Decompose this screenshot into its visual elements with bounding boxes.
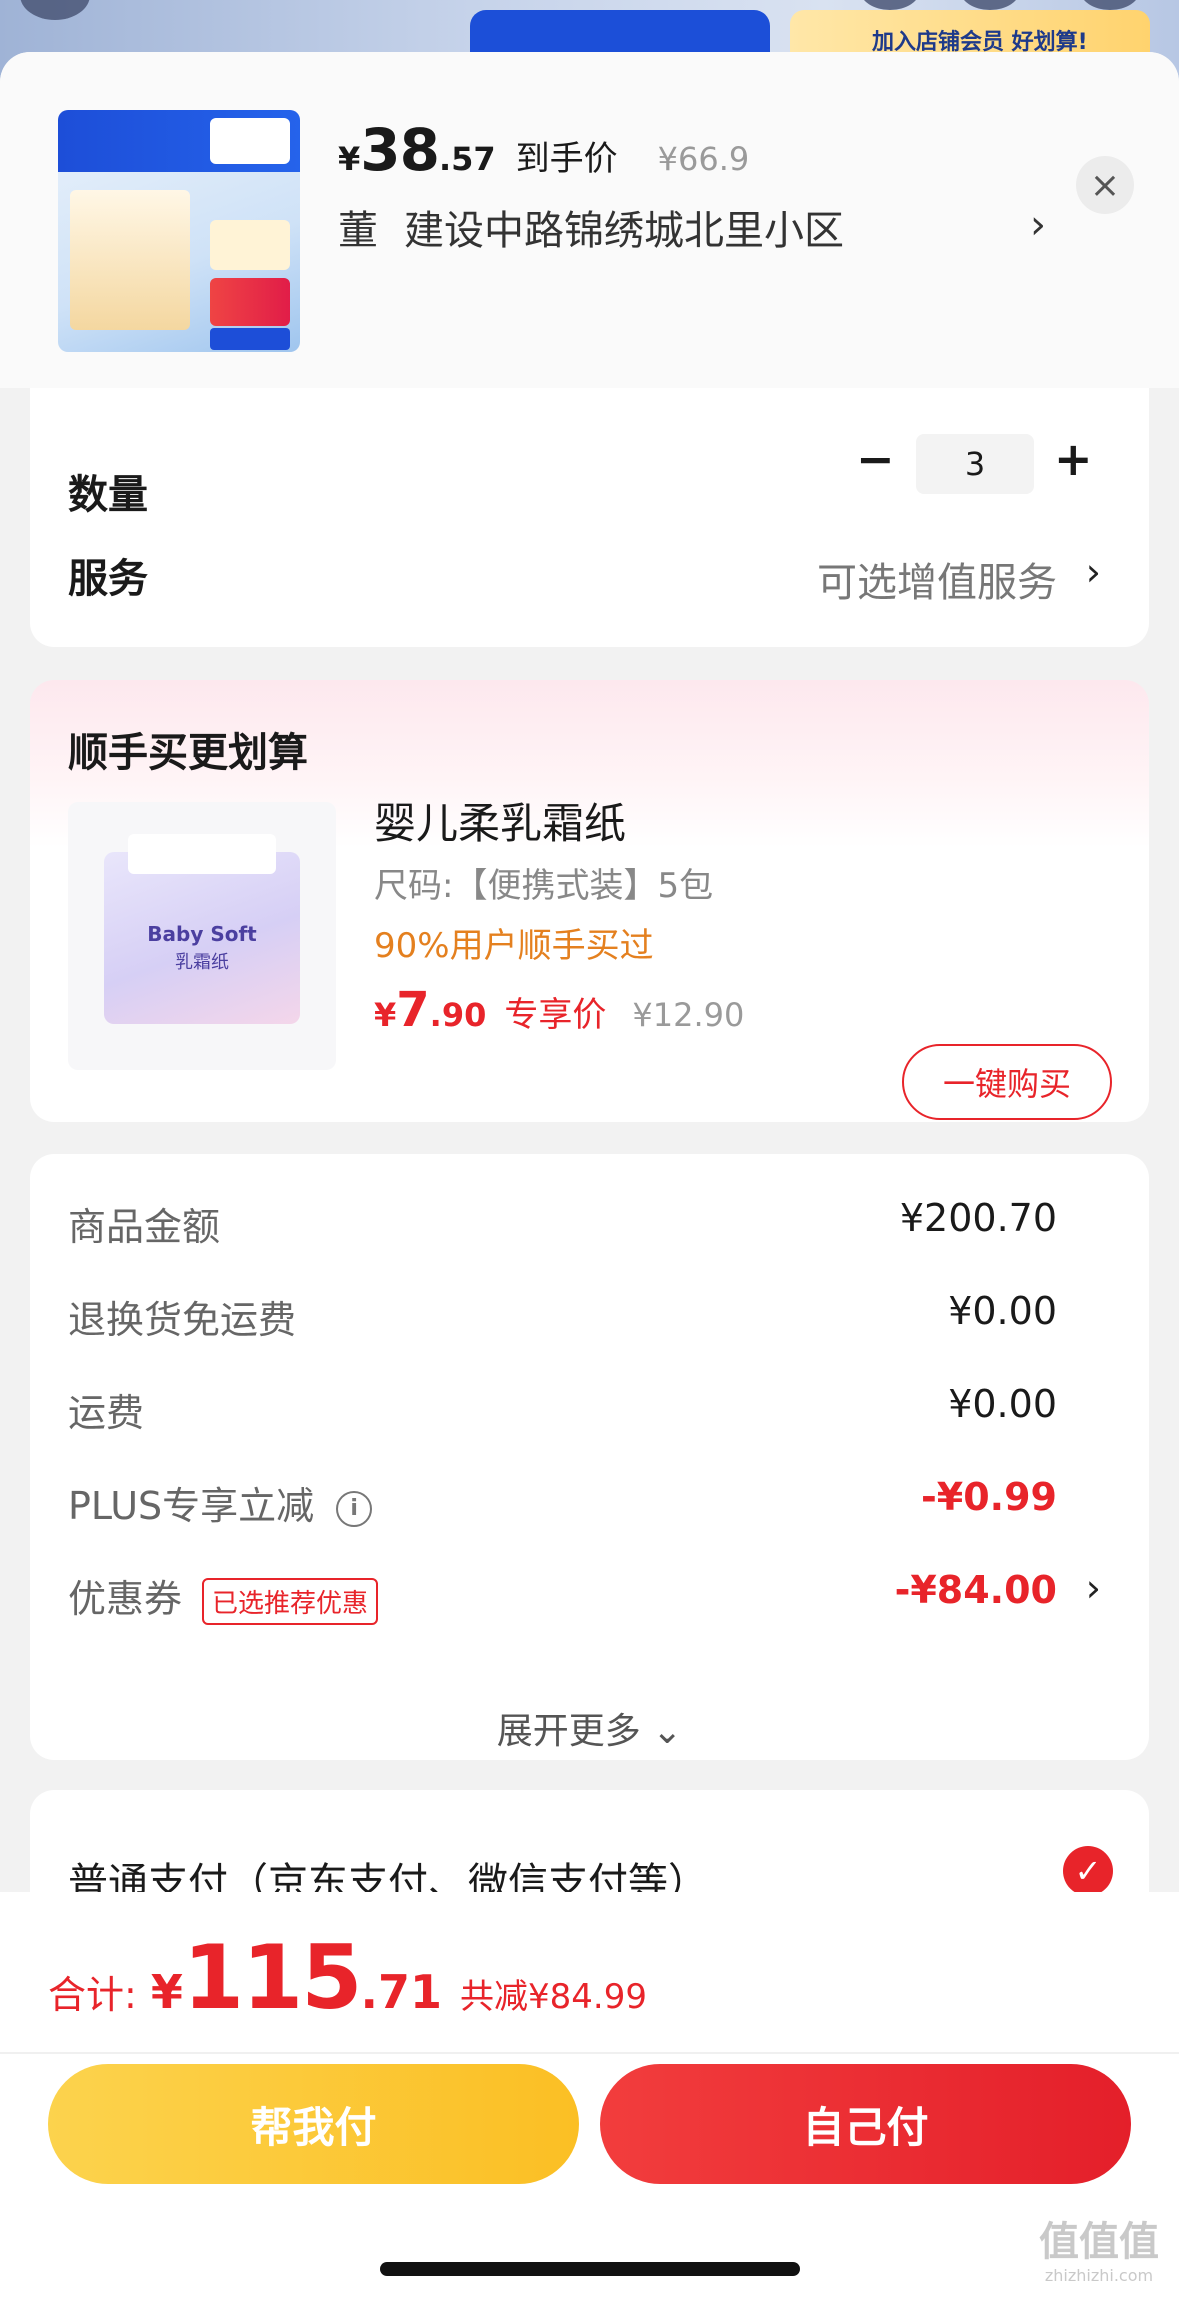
watermark-logo: 值值值 (1039, 2219, 1159, 2265)
backdrop-icon (1080, 0, 1140, 10)
exclusive-price-label: 专享价 (504, 995, 607, 1035)
quantity-stepper-value[interactable]: 3 (916, 434, 1034, 494)
expand-more-button[interactable]: 展开更多 ⌄ (30, 1702, 1149, 1754)
home-indicator[interactable] (380, 2262, 800, 2276)
backdrop-icon (860, 0, 920, 10)
coupon-row[interactable]: 优惠券 已选推荐优惠 (68, 1568, 379, 1625)
backdrop-icon (960, 0, 1020, 10)
pay-myself-button[interactable]: 自己付 (600, 2064, 1131, 2184)
fee-label: 商品金额 (68, 1205, 221, 1249)
delivery-address[interactable]: 董 建设中路锦绣城北里小区 (338, 192, 1058, 262)
addon-price: ¥ 7 .90 专享价 ¥12.90 (374, 982, 744, 1038)
currency-symbol: ¥ (150, 1965, 183, 2019)
address-text: 建设中路锦绣城北里小区 (404, 208, 844, 254)
quantity-label: 数量 (68, 472, 148, 518)
fee-value: ¥0.00 (948, 1289, 1057, 1333)
sheet-header: ¥ 38 .57 到手价 ¥66.9 × 董 建设中路锦绣城北里小区 › (0, 52, 1179, 388)
help-me-pay-button[interactable]: 帮我付 (48, 2064, 579, 2184)
addon-card: 顺手买更划算 Baby Soft 乳霜纸 婴儿柔乳霜纸 尺码:【便携式装】5包 … (30, 680, 1149, 1122)
quantity-plus-button[interactable]: + (1054, 432, 1093, 486)
addon-product-spec: 尺码:【便携式装】5包 (374, 866, 714, 906)
info-icon[interactable]: i (336, 1490, 373, 1527)
final-price: ¥ 38 .57 到手价 ¥66.9 (338, 116, 749, 186)
price-label: 到手价 (515, 139, 618, 179)
image-brand-text: Baby Soft (147, 922, 257, 946)
check-icon[interactable]: ✓ (1063, 1846, 1113, 1896)
original-price: ¥12.90 (632, 996, 745, 1034)
close-icon[interactable]: × (1076, 156, 1134, 214)
chevron-right-icon[interactable]: › (1086, 1566, 1101, 1610)
currency-symbol: ¥ (374, 996, 397, 1034)
recipient-name: 董 (338, 208, 378, 254)
addon-product-name[interactable]: 婴儿柔乳霜纸 (374, 790, 626, 851)
bottom-action-bar: 合计: ¥ 115 .71 共减¥84.99 帮我付 自己付 值值值 zhizh… (0, 1892, 1179, 2302)
plus-discount-row: PLUS专享立减 i (68, 1475, 373, 1530)
addon-popularity: 90%用户顺手买过 (374, 926, 654, 966)
addon-title: 顺手买更划算 (68, 730, 308, 776)
original-price: ¥66.9 (657, 140, 750, 178)
fee-value: ¥0.00 (948, 1382, 1057, 1426)
one-click-buy-button[interactable]: 一键购买 (902, 1044, 1112, 1120)
fee-value: ¥200.70 (899, 1196, 1057, 1240)
price-decimal: .90 (429, 996, 487, 1034)
total-integer: 115 (182, 1926, 363, 2029)
chevron-right-icon[interactable]: › (1030, 202, 1046, 248)
fee-label: 退换货免运费 (68, 1298, 297, 1342)
total-savings: 共减¥84.99 (460, 1977, 647, 2017)
fee-value: -¥0.99 (921, 1475, 1057, 1519)
price-integer: 7 (396, 982, 430, 1038)
price-decimal: .57 (438, 140, 496, 178)
service-label: 服务 (68, 556, 148, 602)
fee-label: 优惠券 (68, 1577, 183, 1621)
divider (0, 2052, 1179, 2054)
product-thumbnail (58, 110, 300, 352)
backdrop-icon (20, 0, 90, 20)
watermark-domain: zhizhizhi.com (1044, 2266, 1154, 2285)
total-label: 合计: (48, 1973, 137, 2017)
quantity-minus-button[interactable]: − (856, 432, 895, 486)
addon-product-image[interactable]: Baby Soft 乳霜纸 (68, 802, 336, 1070)
service-value[interactable]: 可选增值服务 (817, 550, 1057, 608)
chevron-right-icon[interactable]: › (1086, 550, 1101, 594)
price-integer: 38 (360, 116, 440, 184)
total-decimal: .71 (360, 1965, 443, 2019)
watermark: 值值值 zhizhizhi.com (1039, 2222, 1159, 2284)
fee-breakdown-card: 商品金额 ¥200.70 退换货免运费 ¥0.00 运费 ¥0.00 PLUS专… (30, 1154, 1149, 1760)
fee-value: -¥84.00 (894, 1568, 1057, 1612)
currency-symbol: ¥ (338, 140, 361, 178)
fee-label: PLUS专享立减 (68, 1484, 315, 1528)
order-total: 合计: ¥ 115 .71 共减¥84.99 (48, 1926, 647, 2029)
image-sub-text: 乳霜纸 (175, 952, 229, 973)
coupon-badge: 已选推荐优惠 (202, 1578, 379, 1625)
fee-label: 运费 (68, 1391, 145, 1435)
